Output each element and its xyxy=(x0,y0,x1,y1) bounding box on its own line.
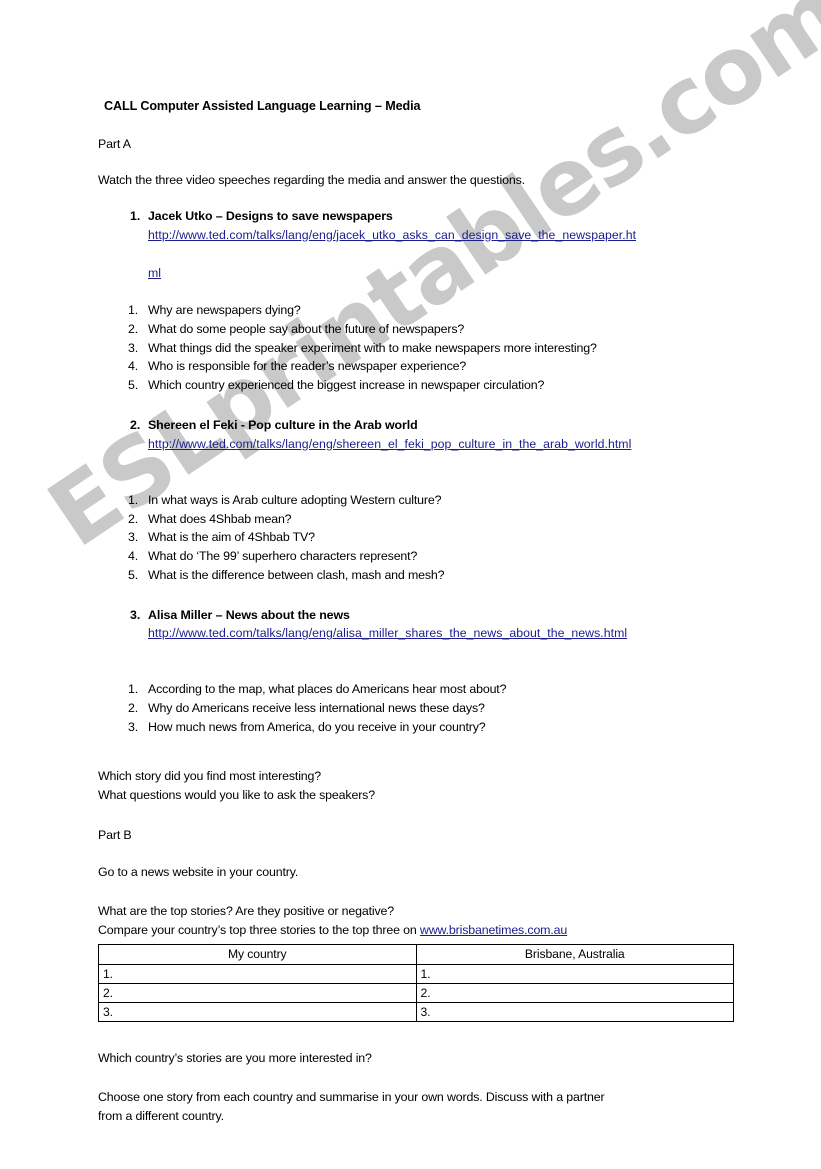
part-b-compare-line: Compare your country’s top three stories… xyxy=(98,921,734,940)
question-number: 3. xyxy=(128,720,139,735)
table-header-brisbane: Brisbane, Australia xyxy=(415,943,734,965)
question-number: 3. xyxy=(128,530,139,545)
question-text: Why are newspapers dying? xyxy=(148,302,301,317)
table-cell-brisbane-2[interactable]: 2. xyxy=(415,982,734,1003)
part-b-instruction: Go to a news website in your country. xyxy=(98,864,299,879)
question-number: 1. xyxy=(128,682,139,697)
list-item: 2. What do some people say about the futu… xyxy=(98,320,734,339)
talk-number: 2. xyxy=(130,418,141,433)
table-cell-my-country-2[interactable]: 2. xyxy=(98,982,417,1003)
list-item: 1. Why are newspapers dying? xyxy=(98,301,734,320)
question-list-1: 1. Why are newspapers dying? 2. What do so… xyxy=(98,301,734,395)
question-number: 2. xyxy=(128,511,139,526)
list-item: 3. What is the aim of 4Shbab TV? xyxy=(98,528,734,547)
list-item: 5. Which country experienced the biggest … xyxy=(98,376,734,395)
talk-number: 1. xyxy=(130,209,141,224)
question-text: How much news from America, do you recei… xyxy=(148,720,486,735)
table-header-my-country: My country xyxy=(98,943,417,965)
question-text: What does 4Shbab mean? xyxy=(148,511,292,526)
list-item: 5. What is the difference between clash, … xyxy=(98,566,734,585)
table-row: 2. 2. xyxy=(98,982,734,1003)
question-number: 2. xyxy=(128,321,139,336)
table-cell-brisbane-3[interactable]: 3. xyxy=(415,1001,734,1022)
list-item: 2. What does 4Shbab mean? xyxy=(98,510,734,529)
part-b-question-2: Which country’s stories are you more int… xyxy=(98,1050,372,1065)
list-item: 3. What things did the speaker experiment… xyxy=(98,339,734,358)
list-item: 1. In what ways is Arab culture adopting … xyxy=(98,491,734,510)
question-number: 4. xyxy=(128,359,139,374)
brisbanetimes-link[interactable]: www.brisbanetimes.com.au xyxy=(420,923,567,937)
talk-title: Jacek Utko – Designs to save newspapers xyxy=(148,209,393,224)
question-list-2: 1. In what ways is Arab culture adopting … xyxy=(98,491,734,585)
question-text: In what ways is Arab culture adopting We… xyxy=(148,492,442,507)
talk-title: Shereen el Feki - Pop culture in the Ara… xyxy=(148,418,418,433)
talk-item-2: 2. Shereen el Feki - Pop culture in the … xyxy=(98,419,734,473)
question-number: 5. xyxy=(128,568,139,583)
list-item: 3. How much news from America, do you rec… xyxy=(98,718,734,737)
question-text: Why do Americans receive less internatio… xyxy=(148,701,485,716)
talk-url-link[interactable]: http://www.ted.com/talks/lang/eng/sheree… xyxy=(148,435,734,473)
table-header-row: My country Brisbane, Australia xyxy=(98,943,734,965)
question-number: 2. xyxy=(128,701,139,716)
table-row: 1. 1. xyxy=(98,963,734,984)
question-text: Which country experienced the biggest in… xyxy=(148,378,545,393)
question-number: 1. xyxy=(128,302,139,317)
question-text: What things did the speaker experiment w… xyxy=(148,340,597,355)
final-instruction-line-1: Choose one story from each country and s… xyxy=(98,1090,605,1105)
talk-url-link-continued[interactable]: ml xyxy=(148,264,734,283)
list-item: 4. What do ‘The 99’ superhero characters … xyxy=(98,547,734,566)
talk-item-3: 3. Alisa Miller – News about the news ht… xyxy=(98,607,734,663)
talk-title: Alisa Miller – News about the news xyxy=(148,607,350,622)
final-instruction-line-2: from a different country. xyxy=(98,1109,224,1124)
question-number: 4. xyxy=(128,549,139,564)
compare-prefix-text: Compare your country’s top three stories… xyxy=(98,923,420,938)
question-text: What is the difference between clash, ma… xyxy=(148,568,445,583)
talk-url-link[interactable]: http://www.ted.com/talks/lang/eng/alisa_… xyxy=(148,624,734,662)
question-number: 1. xyxy=(128,492,139,507)
closing-question-1: Which story did you find most interestin… xyxy=(98,768,322,783)
question-number: 5. xyxy=(128,378,139,393)
document-body: CALL Computer Assisted Language Learning… xyxy=(98,100,734,1126)
document-page: CALL Computer Assisted Language Learning… xyxy=(0,0,821,1169)
part-a-label: Part A xyxy=(98,136,131,151)
question-text: What do ‘The 99’ superhero characters re… xyxy=(148,549,418,564)
part-a-instruction: Watch the three video speeches regarding… xyxy=(98,173,525,187)
page-title: CALL Computer Assisted Language Learning… xyxy=(104,99,421,113)
table-cell-my-country-3[interactable]: 3. xyxy=(98,1001,417,1022)
talk-item-1: 1. Jacek Utko – Designs to save newspape… xyxy=(98,210,734,283)
question-list-3: 1. According to the map, what places do A… xyxy=(98,680,734,737)
table-cell-my-country-1[interactable]: 1. xyxy=(98,963,417,984)
question-text: What is the aim of 4Shbab TV? xyxy=(148,530,315,545)
comparison-table: My country Brisbane, Australia 1. 1. 2. … xyxy=(98,943,734,1022)
question-text: Who is responsible for the reader’s news… xyxy=(148,359,467,374)
table-row: 3. 3. xyxy=(98,1001,734,1022)
talk-url-link[interactable]: http://www.ted.com/talks/lang/eng/jacek_… xyxy=(148,226,734,264)
question-text: What do some people say about the future… xyxy=(148,321,465,336)
closing-question-2: What questions would you like to ask the… xyxy=(98,788,375,803)
table-cell-brisbane-1[interactable]: 1. xyxy=(415,963,734,984)
list-item: 2. Why do Americans receive less internat… xyxy=(98,699,734,718)
question-number: 3. xyxy=(128,340,139,355)
talk-number: 3. xyxy=(130,607,141,622)
question-text: According to the map, what places do Ame… xyxy=(148,682,507,697)
list-item: 4. Who is responsible for the reader’s ne… xyxy=(98,357,734,376)
part-b-question-1: What are the top stories? Are they posit… xyxy=(98,904,395,919)
part-b-label: Part B xyxy=(98,828,132,843)
list-item: 1. According to the map, what places do A… xyxy=(98,680,734,699)
